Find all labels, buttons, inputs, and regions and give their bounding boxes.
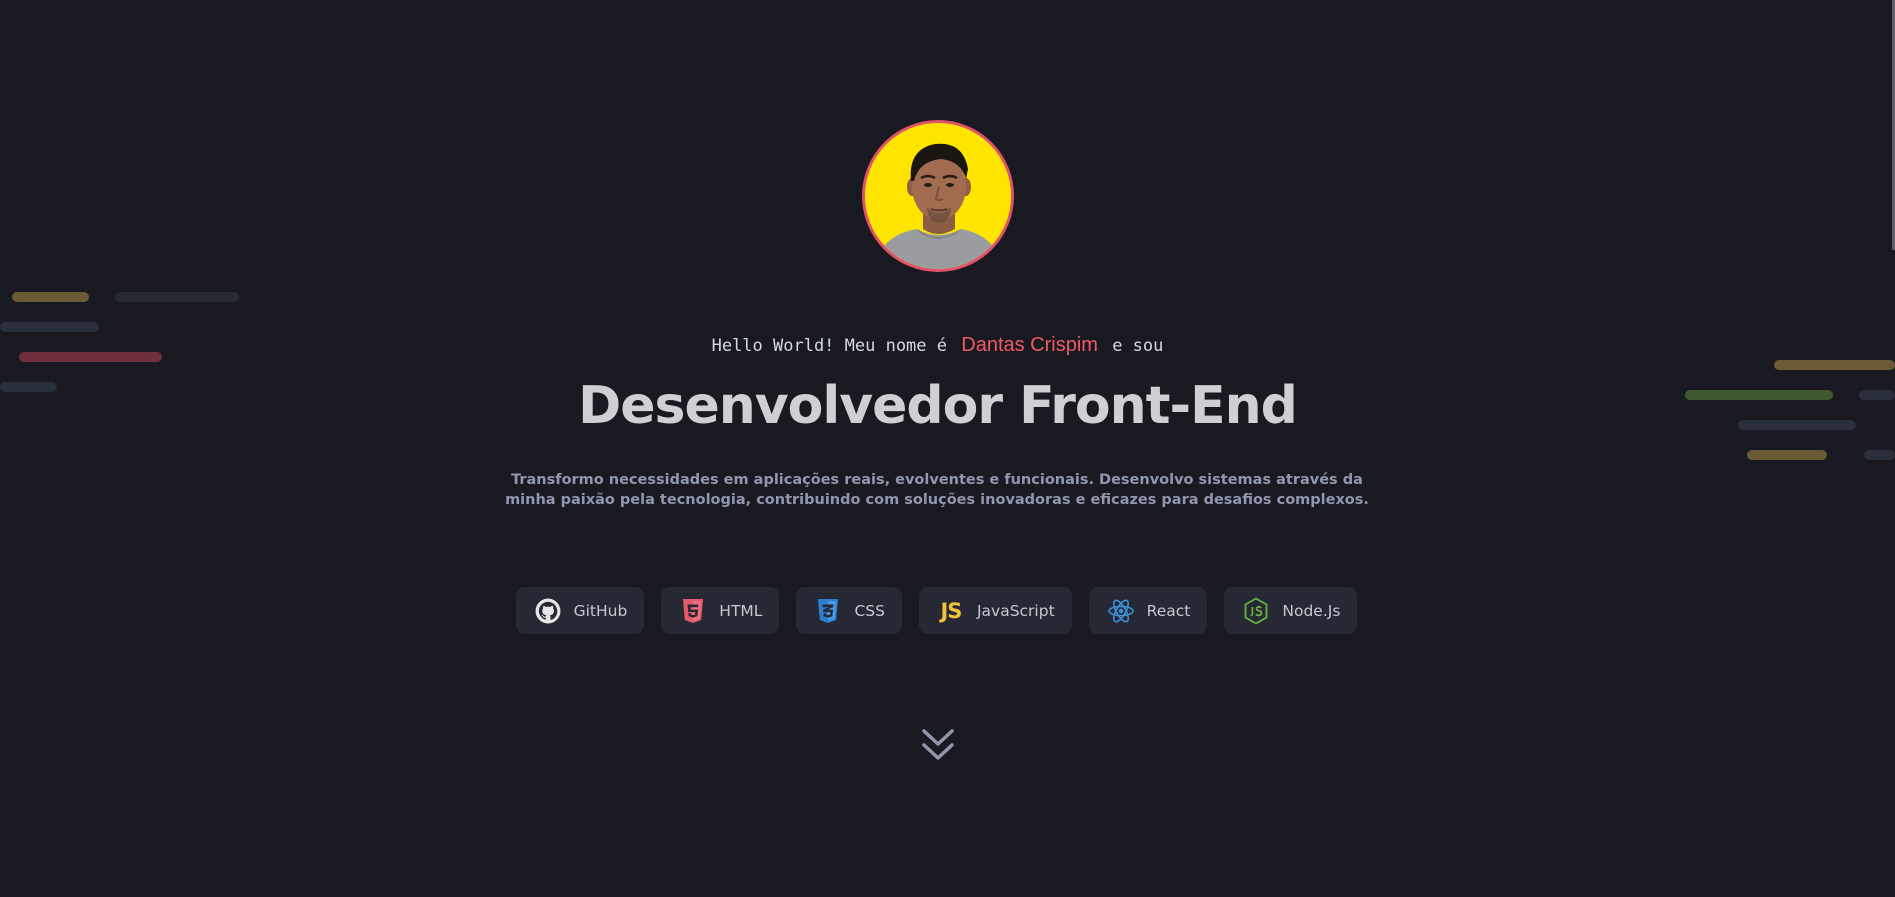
tech-chip-label: CSS	[854, 601, 885, 620]
page-title: Desenvolvedor Front-End	[578, 376, 1298, 436]
tech-chip-label: HTML	[719, 601, 763, 620]
tech-chip-css[interactable]: CSS	[796, 587, 902, 634]
intro-suffix: e sou	[1112, 336, 1164, 356]
tech-chip-javascript[interactable]: JS JavaScript	[918, 587, 1072, 634]
tech-chip-label: GitHub	[573, 601, 628, 620]
developer-name: Dantas Crispim	[961, 334, 1098, 356]
tech-chip-github[interactable]: GitHub	[515, 587, 645, 634]
javascript-icon: JS	[937, 597, 965, 625]
tech-chip-label: Node.Js	[1282, 601, 1341, 620]
tech-chip-nodejs[interactable]: Node.Js	[1224, 587, 1358, 634]
profile-photo	[865, 123, 1011, 269]
tech-chip-label: JavaScript	[976, 601, 1055, 620]
scroll-down-button[interactable]	[919, 726, 957, 766]
hero-description: Transformo necessidades em aplicações re…	[505, 472, 1369, 508]
double-chevron-down-icon	[922, 729, 954, 760]
tech-chip-react[interactable]: React	[1088, 587, 1208, 634]
tech-chip-label: React	[1146, 601, 1191, 620]
css3-icon	[814, 597, 842, 625]
avatar	[862, 120, 1014, 272]
intro-line: Hello World! Meu nome é Dantas Crispim e…	[0, 334, 1875, 357]
intro-prefix: Hello World! Meu nome é	[711, 336, 947, 356]
javascript-logo-text: JS	[940, 598, 962, 623]
react-icon	[1107, 597, 1135, 625]
github-icon	[534, 597, 562, 625]
tech-chip-html[interactable]: HTML	[661, 587, 780, 634]
html5-icon	[679, 597, 707, 625]
tech-list: GitHub HTML CSS JS JavaScript React Node…	[0, 587, 1874, 634]
nodejs-icon	[1242, 596, 1270, 625]
